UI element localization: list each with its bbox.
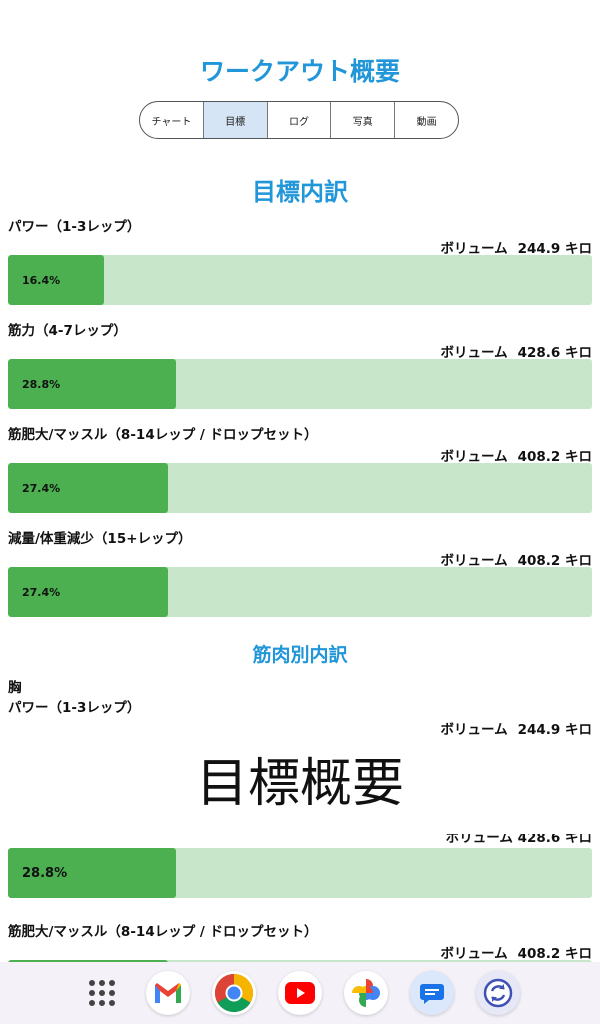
- app-dock: [0, 962, 600, 1024]
- muscle-volume-hypertrophy: ボリューム 408.2 キロ: [440, 942, 592, 962]
- tab-bar: チャート 目標 ログ 写真 動画: [139, 101, 459, 139]
- volume-value: 244.9 キロ: [517, 722, 592, 738]
- goal-bar-percent: 27.4%: [22, 481, 61, 495]
- app-grid-icon[interactable]: [80, 971, 124, 1015]
- toast-message: 目標概要: [0, 752, 600, 816]
- goal-bar-hypertrophy: 27.4%: [8, 463, 592, 513]
- muscle-bar-strength: 28.8%: [8, 848, 592, 898]
- workout-summary-screen: ワークアウト概要 チャート 目標 ログ 写真 動画 目標内訳 パワー（1-3レッ…: [0, 0, 600, 1024]
- photos-icon[interactable]: [344, 971, 388, 1015]
- sync-app-icon[interactable]: [476, 971, 520, 1015]
- goal-bar-percent: 16.4%: [22, 273, 61, 287]
- goal-volume-hypertrophy: ボリューム 408.2 キロ: [440, 445, 592, 465]
- muscle-volume-power: ボリューム 244.9 キロ: [440, 718, 592, 738]
- goal-breakdown-title: 目標内訳: [252, 178, 348, 206]
- muscle-breakdown-title: 筋肉別内訳: [252, 644, 348, 666]
- goal-bar-percent: 27.4%: [22, 585, 61, 599]
- tab-log[interactable]: ログ: [266, 102, 331, 138]
- goal-label-power: パワー（1-3レップ）: [8, 219, 141, 235]
- goal-label-weight-loss: 減量/体重減少（15+レップ）: [8, 531, 192, 547]
- tab-photos[interactable]: 写真: [330, 102, 394, 138]
- tab-goals[interactable]: 目標: [202, 102, 267, 138]
- muscle-label-power: パワー（1-3レップ）: [8, 700, 141, 716]
- goal-label-hypertrophy: 筋肥大/マッスル（8-14レップ / ドロップセット）: [8, 427, 318, 443]
- gmail-icon[interactable]: [146, 971, 190, 1015]
- goal-bar-strength: 28.8%: [8, 359, 592, 409]
- goal-bar-percent: 28.8%: [22, 377, 61, 391]
- goal-volume-power: ボリューム 244.9 キロ: [440, 237, 592, 257]
- tab-chart[interactable]: チャート: [140, 102, 203, 138]
- goal-bar-weight-loss: 27.4%: [8, 567, 592, 617]
- goal-label-strength: 筋力（4-7レップ）: [8, 323, 127, 339]
- obscured-volume-text: ボリューム 428.6 キロ: [442, 834, 592, 844]
- muscle-label-hypertrophy: 筋肥大/マッスル（8-14レップ / ドロップセット）: [8, 924, 318, 940]
- chrome-icon[interactable]: [212, 971, 256, 1015]
- muscle-bar-percent: 28.8%: [22, 865, 68, 881]
- goal-bar-power: 16.4%: [8, 255, 592, 305]
- obscured-volume-value: ボリューム 428.6 キロ: [445, 834, 592, 844]
- muscle-group-label: 胸: [8, 680, 22, 696]
- messages-icon[interactable]: [410, 971, 454, 1015]
- goal-volume-strength: ボリューム 428.6 キロ: [440, 341, 592, 361]
- tab-videos[interactable]: 動画: [394, 102, 458, 138]
- page-title: ワークアウト概要: [199, 57, 400, 86]
- volume-label: ボリューム: [440, 722, 508, 738]
- goal-volume-weight-loss: ボリューム 408.2 キロ: [440, 549, 592, 569]
- youtube-icon[interactable]: [278, 971, 322, 1015]
